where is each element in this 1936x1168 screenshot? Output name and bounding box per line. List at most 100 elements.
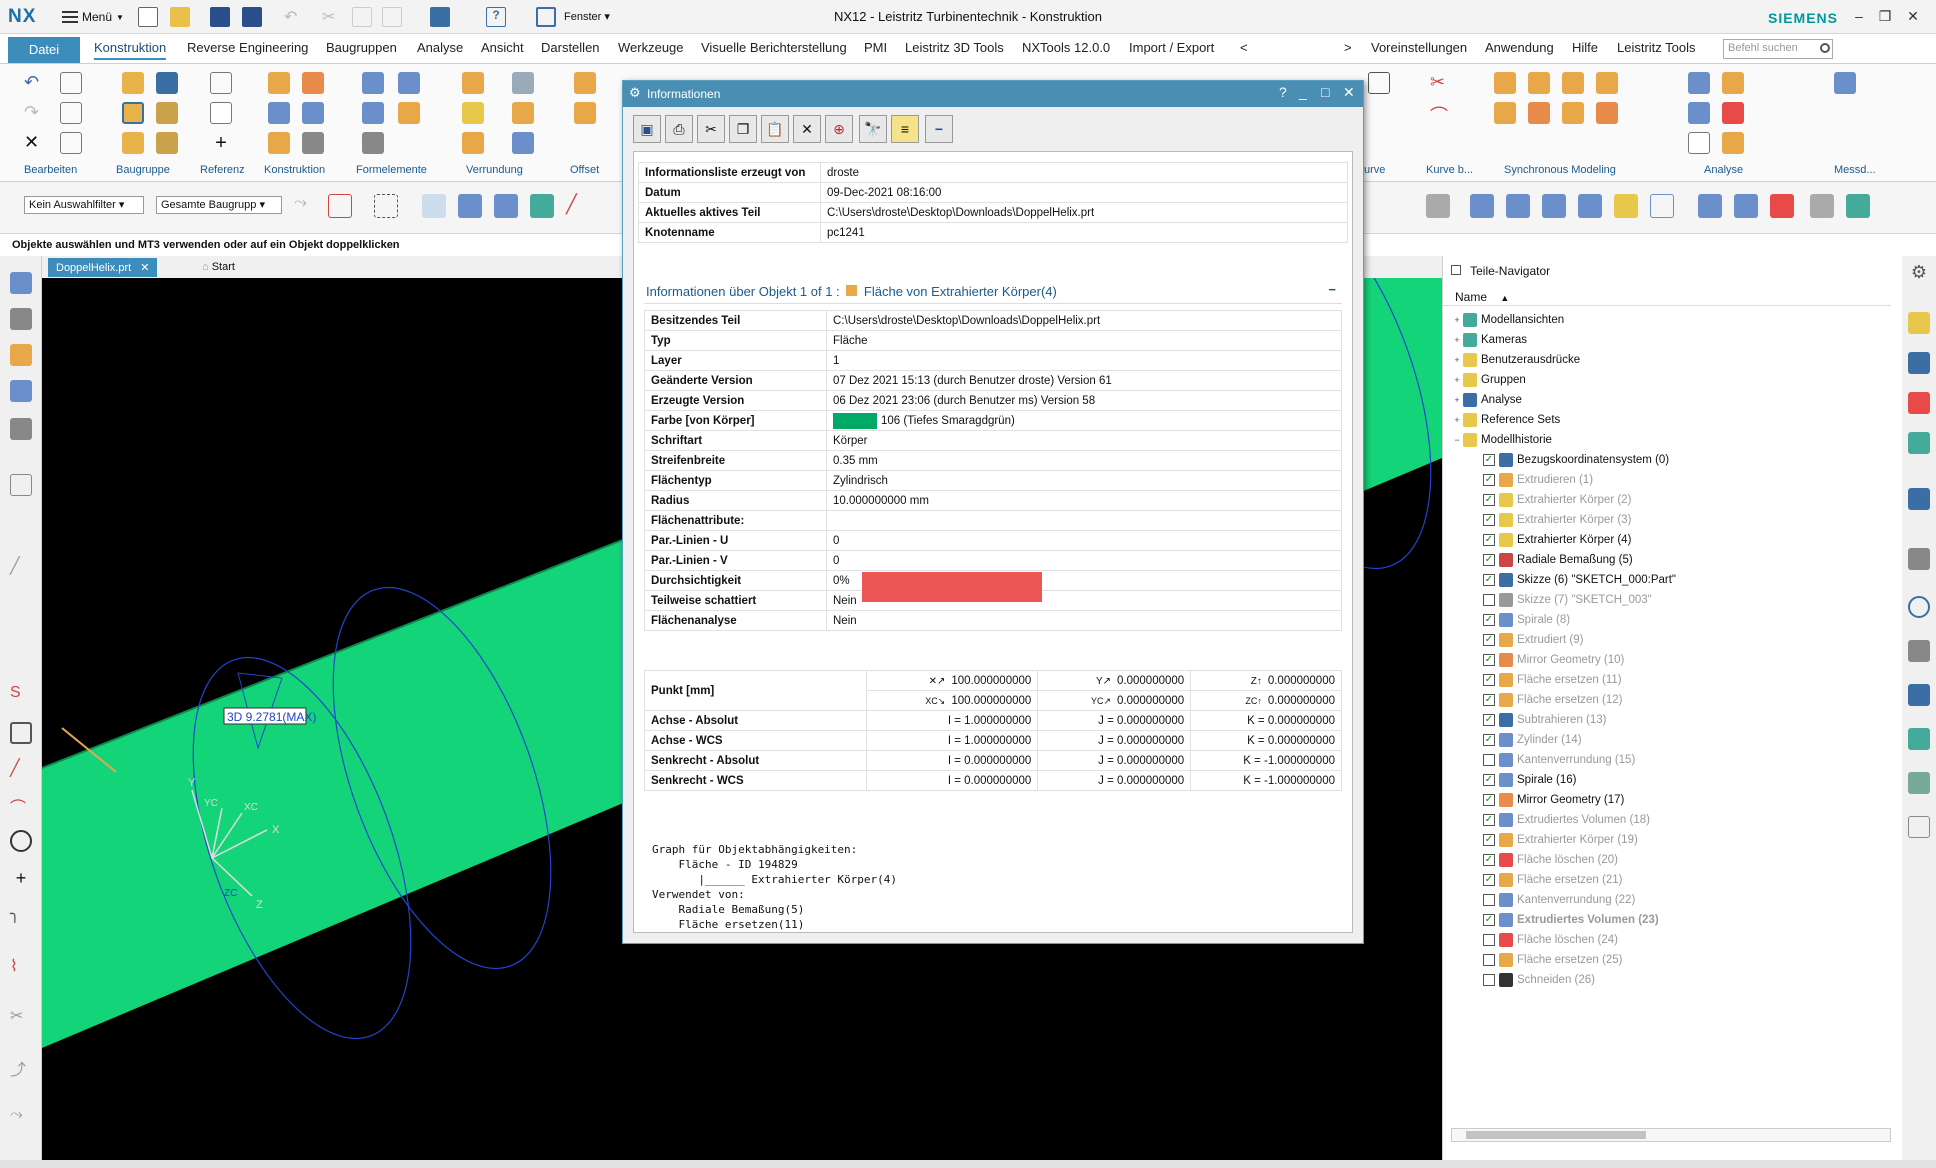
draft-icon[interactable] bbox=[512, 102, 534, 124]
close-button[interactable]: ✕ bbox=[1902, 8, 1924, 26]
history-feature[interactable]: ✓ Extrudiertes Volumen (18) bbox=[1483, 810, 1650, 830]
visibility-checkbox[interactable]: ✓ bbox=[1483, 814, 1495, 826]
reuse-icon[interactable] bbox=[1908, 312, 1930, 334]
nav-node-reference-sets[interactable]: + Reference Sets bbox=[1451, 410, 1560, 430]
draft-analysis-icon[interactable] bbox=[1722, 132, 1744, 154]
select-point-icon[interactable] bbox=[328, 194, 352, 218]
new-file-icon[interactable] bbox=[138, 7, 158, 27]
sync-delete-face-icon[interactable] bbox=[1494, 102, 1516, 124]
sync-replace-face-icon[interactable] bbox=[1596, 72, 1618, 94]
pattern-icon[interactable] bbox=[362, 132, 384, 154]
visibility-checkbox[interactable] bbox=[1483, 894, 1495, 906]
visibility-checkbox[interactable]: ✓ bbox=[1483, 554, 1495, 566]
redo-icon[interactable]: ↷ bbox=[24, 102, 46, 124]
column-header-name[interactable]: Name ▲ bbox=[1443, 288, 1891, 306]
point-icon[interactable]: + bbox=[210, 132, 232, 154]
history-feature[interactable]: ✓ Spirale (8) bbox=[1483, 610, 1570, 630]
delete-icon[interactable]: ✕ bbox=[24, 132, 46, 154]
arc-icon[interactable]: ⌒ bbox=[10, 794, 32, 817]
tab-darstellen[interactable]: Darstellen bbox=[541, 40, 600, 55]
edge-blend-icon[interactable] bbox=[462, 72, 484, 94]
part-navigator-icon[interactable] bbox=[10, 272, 32, 294]
clock-icon[interactable] bbox=[1908, 596, 1930, 618]
visibility-checkbox[interactable]: ✓ bbox=[1483, 714, 1495, 726]
history-feature[interactable]: ✓ Fläche löschen (20) bbox=[1483, 850, 1618, 870]
add-component-icon[interactable] bbox=[122, 72, 144, 94]
thicken-icon[interactable] bbox=[574, 102, 596, 124]
history-feature[interactable]: ✓ Spirale (16) bbox=[1483, 770, 1576, 790]
hole-icon[interactable] bbox=[268, 132, 290, 154]
nav-node-modellhistorie[interactable]: − Modellhistorie bbox=[1451, 430, 1552, 450]
check-geometry-icon[interactable] bbox=[1688, 132, 1710, 154]
nav-node-gruppen[interactable]: + Gruppen bbox=[1451, 370, 1526, 390]
help-icon[interactable]: ? bbox=[486, 7, 506, 27]
extrude-icon[interactable] bbox=[268, 72, 290, 94]
expand-icon[interactable]: + bbox=[1451, 415, 1463, 425]
history-feature[interactable]: ✓ Extrahierter Körper (2) bbox=[1483, 490, 1631, 510]
subtract-icon[interactable] bbox=[398, 72, 420, 94]
datum-csys-icon[interactable] bbox=[210, 72, 232, 94]
selection-scope-dropdown[interactable]: Gesamte Baugrupp­ ▾ bbox=[156, 196, 282, 214]
visibility-checkbox[interactable]: ✓ bbox=[1483, 474, 1495, 486]
roles-icon[interactable] bbox=[1908, 772, 1930, 794]
sync-pull-face-icon[interactable] bbox=[1528, 72, 1550, 94]
visibility-checkbox[interactable]: ✓ bbox=[1483, 634, 1495, 646]
history-feature[interactable]: ✓ Extrahierter Körper (3) bbox=[1483, 510, 1631, 530]
tab-import-export[interactable]: Import / Export bbox=[1129, 40, 1214, 55]
help-icon[interactable]: ? bbox=[1279, 84, 1287, 100]
tab-analyse[interactable]: Analyse bbox=[417, 40, 463, 55]
history-tab-icon[interactable] bbox=[1908, 548, 1930, 570]
show-hide-icon[interactable] bbox=[1846, 194, 1870, 218]
sync-copy-face-icon[interactable] bbox=[1562, 102, 1584, 124]
group-formelemente[interactable]: Formelemente bbox=[356, 164, 427, 176]
assembly-constraint-icon[interactable] bbox=[156, 72, 178, 94]
minimize-icon[interactable]: _ bbox=[1299, 84, 1307, 100]
history-feature[interactable]: Kantenverrundung (22) bbox=[1483, 890, 1635, 910]
cut-icon[interactable]: ✂ bbox=[322, 7, 342, 27]
variable-blend-icon[interactable] bbox=[462, 132, 484, 154]
chamfer-icon[interactable] bbox=[512, 72, 534, 94]
body-select-icon[interactable] bbox=[458, 194, 482, 218]
expand-icon[interactable]: − bbox=[1451, 435, 1463, 445]
group-measure[interactable]: Messd... bbox=[1834, 164, 1876, 176]
scrollbar-thumb[interactable] bbox=[1466, 1131, 1646, 1139]
restore-button[interactable]: ❐ bbox=[1874, 8, 1896, 26]
section-view-icon[interactable] bbox=[1698, 194, 1722, 218]
find-icon[interactable]: 🔭 bbox=[859, 115, 887, 143]
circle-icon[interactable] bbox=[10, 830, 32, 852]
reuse-library-icon[interactable] bbox=[10, 380, 32, 402]
info-content[interactable]: Informationsliste erzeugt von droste Datum… bbox=[633, 151, 1353, 933]
visibility-checkbox[interactable]: ✓ bbox=[1483, 874, 1495, 886]
mirror-assembly-icon[interactable] bbox=[156, 132, 178, 154]
feature-select-icon[interactable] bbox=[494, 194, 518, 218]
visibility-checkbox[interactable]: ✓ bbox=[1483, 834, 1495, 846]
selection-filter-dropdown[interactable]: Kein Auswahlfilter ▾ bbox=[24, 196, 144, 214]
window-icon[interactable] bbox=[536, 7, 556, 27]
tab-hilfe[interactable]: Hilfe bbox=[1572, 40, 1598, 55]
face-blend-icon[interactable] bbox=[462, 102, 484, 124]
offset-curve-icon[interactable]: ⤳ bbox=[10, 1106, 32, 1128]
sync-move-face-icon[interactable] bbox=[1494, 72, 1516, 94]
view-iso-icon[interactable] bbox=[1578, 194, 1602, 218]
measure-angle-icon[interactable] bbox=[1722, 72, 1744, 94]
new-component-icon[interactable] bbox=[122, 102, 144, 124]
group-baugruppe[interactable]: Baugruppe bbox=[116, 164, 170, 176]
trim-body-icon[interactable] bbox=[512, 132, 534, 154]
visibility-checkbox[interactable]: ✓ bbox=[1483, 514, 1495, 526]
visibility-checkbox[interactable]: ✓ bbox=[1483, 674, 1495, 686]
fillet-icon[interactable]: ╮ bbox=[10, 904, 32, 926]
constraint-icon[interactable] bbox=[1908, 352, 1930, 374]
visibility-checkbox[interactable]: ✓ bbox=[1483, 734, 1495, 746]
visibility-checkbox[interactable] bbox=[1483, 974, 1495, 986]
line-icon[interactable]: ╱ bbox=[10, 556, 32, 578]
component-select-icon[interactable] bbox=[530, 194, 554, 218]
transform-icon[interactable] bbox=[60, 72, 82, 94]
history-feature[interactable]: ✓ Extrudieren (1) bbox=[1483, 470, 1593, 490]
visibility-icon[interactable] bbox=[1810, 194, 1834, 218]
tab-visuelle-berichterstellung[interactable]: Visuelle Berichterstellung bbox=[701, 40, 847, 55]
expand-icon[interactable]: + bbox=[1451, 355, 1463, 365]
view-front-icon[interactable] bbox=[1470, 194, 1494, 218]
group-synchronous-modeling[interactable]: Synchronous Modeling bbox=[1504, 164, 1616, 176]
tab-doppelhelix[interactable]: DoppelHelix.prt ✕ bbox=[48, 258, 158, 277]
visibility-checkbox[interactable]: ✓ bbox=[1483, 494, 1495, 506]
